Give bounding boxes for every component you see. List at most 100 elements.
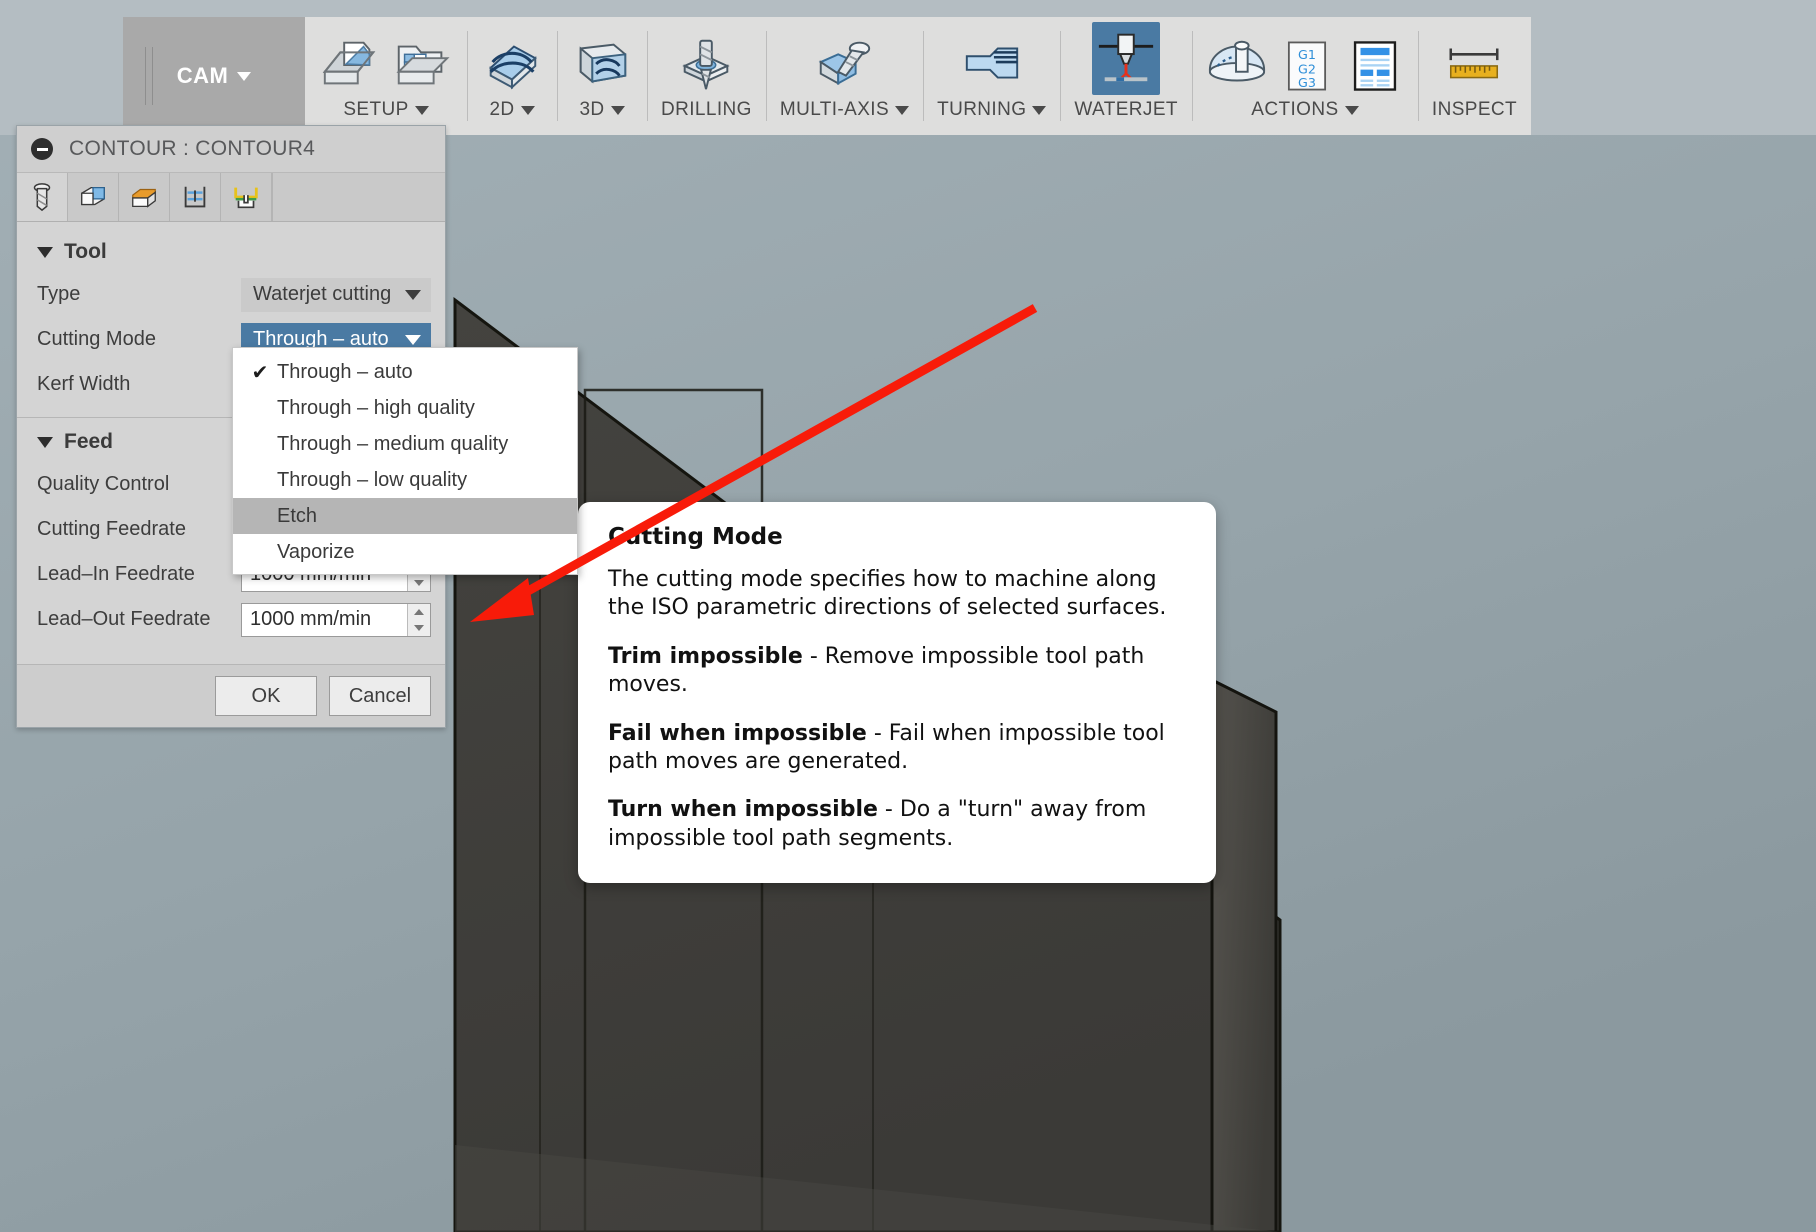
- label-cutting-feedrate: Cutting Feedrate: [37, 518, 186, 540]
- label-lead-in-feedrate: Lead–In Feedrate: [37, 563, 195, 585]
- probe-icon[interactable]: [1206, 33, 1268, 95]
- g-code-icon[interactable]: G1 G2 G3: [1278, 37, 1336, 95]
- menu-item-vaporize[interactable]: Vaporize: [233, 534, 577, 570]
- dialog-title: CONTOUR : CONTOUR4: [69, 137, 316, 160]
- row-type: Type Waterjet cutting: [17, 272, 445, 317]
- dialog-tab-strip: [17, 173, 445, 222]
- milling-2d-icon[interactable]: [481, 33, 543, 95]
- chevron-down-icon[interactable]: [1344, 105, 1359, 115]
- cutting-mode-dropdown-menu[interactable]: ✔ Through – auto Through – high quality …: [232, 347, 578, 575]
- tab-passes[interactable]: [170, 173, 221, 221]
- stepper-down-button[interactable]: [408, 620, 430, 636]
- menu-item-label: Through – high quality: [277, 396, 475, 419]
- menu-item-through-high-quality[interactable]: Through – high quality: [233, 390, 577, 426]
- lead-out-feedrate-input[interactable]: 1000 mm/min: [241, 602, 431, 637]
- tab-strip-filler: [272, 173, 445, 221]
- cam-workspace-label: CAM: [176, 63, 229, 88]
- multi-axis-icon[interactable]: [813, 33, 875, 95]
- menu-item-through-medium-quality[interactable]: Through – medium quality: [233, 426, 577, 462]
- setup-sheet-icon[interactable]: [1346, 37, 1404, 95]
- menu-item-label: Vaporize: [277, 540, 355, 563]
- section-title-feed: Feed: [64, 430, 114, 453]
- label-kerf-width: Kerf Width: [37, 373, 131, 395]
- lead-out-feedrate-value: 1000 mm/min: [250, 608, 372, 630]
- chevron-down-icon[interactable]: [1032, 105, 1047, 115]
- ribbon-panel: SETUP 2D 3D DRILLING MULTI-AXIS TURNING …: [305, 17, 1532, 135]
- passes-icon: [184, 186, 206, 208]
- ribbon-group-turning[interactable]: TURNING: [923, 17, 1060, 135]
- cancel-button[interactable]: Cancel: [329, 676, 431, 716]
- type-value: Waterjet cutting: [253, 283, 392, 305]
- ribbon-group-setup[interactable]: SETUP: [305, 17, 467, 135]
- lead-out-stepper[interactable]: [407, 603, 430, 636]
- label-lead-out-feedrate: Lead–Out Feedrate: [37, 608, 211, 630]
- caret-down-icon: [414, 579, 424, 586]
- tooltip-dash: -: [802, 643, 825, 669]
- tool-bolt-icon: [33, 183, 51, 212]
- ribbon-group-2d[interactable]: 2D: [467, 17, 557, 135]
- tooltip-term: Fail when impossible: [608, 720, 867, 746]
- chevron-down-icon[interactable]: [237, 71, 252, 81]
- cam-workspace-button[interactable]: CAM: [123, 17, 305, 135]
- ribbon-group-drilling[interactable]: DRILLING: [647, 17, 766, 135]
- ribbon-group-label-3d: 3D: [579, 99, 605, 120]
- section-header-tool[interactable]: Tool: [17, 232, 445, 272]
- tooltip-dash: -: [866, 720, 889, 746]
- tooltip-term: Turn when impossible: [608, 797, 878, 823]
- svg-text:G1: G1: [1298, 47, 1316, 62]
- ribbon-group-actions[interactable]: G1 G2 G3 ACTIONS: [1191, 17, 1418, 135]
- chevron-down-icon[interactable]: [610, 105, 625, 115]
- drill-icon[interactable]: [675, 33, 737, 95]
- waterjet-selected-highlight: [1092, 22, 1161, 95]
- svg-text:G3: G3: [1298, 75, 1316, 90]
- tooltip-item-trim-impossible: Trim impossible - Remove impossible tool…: [608, 643, 1186, 700]
- ribbon-group-label-multi-axis: MULTI-AXIS: [779, 99, 890, 120]
- caret-up-icon: [414, 608, 424, 615]
- ribbon-group-label-turning: TURNING: [937, 99, 1027, 120]
- tab-tool[interactable]: [17, 173, 68, 221]
- setup-new-icon[interactable]: [319, 33, 381, 95]
- chevron-down-icon: [405, 289, 421, 300]
- row-lead-out-feedrate: Lead–Out Feedrate 1000 mm/min: [17, 597, 445, 642]
- geometry-cube-icon: [81, 186, 105, 206]
- ribbon-group-label-2d: 2D: [489, 99, 515, 120]
- ribbon-group-label-setup: SETUP: [343, 99, 409, 120]
- check-icon: ✔: [251, 361, 269, 384]
- chevron-down-icon[interactable]: [520, 105, 535, 115]
- menu-item-label: Through – auto: [277, 360, 413, 383]
- setup-folder-icon[interactable]: [391, 33, 453, 95]
- ribbon-group-waterjet[interactable]: WATERJET: [1060, 17, 1191, 135]
- ribbon-group-label-actions: ACTIONS: [1251, 99, 1339, 120]
- tooltip-intro: The cutting mode specifies how to machin…: [608, 567, 1167, 621]
- menu-item-through-low-quality[interactable]: Through – low quality: [233, 462, 577, 498]
- caret-down-icon: [414, 624, 424, 631]
- chevron-down-icon[interactable]: [414, 105, 429, 115]
- section-title-tool: Tool: [64, 240, 107, 263]
- ribbon-group-label-waterjet: WATERJET: [1074, 99, 1178, 120]
- menu-item-through-auto[interactable]: ✔ Through – auto: [233, 354, 577, 390]
- type-dropdown[interactable]: Waterjet cutting: [241, 277, 431, 312]
- ribbon-group-multi-axis[interactable]: MULTI-AXIS: [765, 17, 923, 135]
- help-tooltip: Cutting Mode The cutting mode specifies …: [578, 502, 1216, 883]
- tab-heights[interactable]: [119, 173, 170, 221]
- waterjet-icon[interactable]: [1095, 25, 1157, 87]
- milling-3d-icon[interactable]: [571, 33, 633, 95]
- menu-item-etch[interactable]: Etch: [233, 498, 577, 534]
- tab-geometry[interactable]: [68, 173, 119, 221]
- turning-icon[interactable]: [961, 33, 1023, 95]
- stepper-down-button[interactable]: [408, 575, 430, 591]
- ruler-icon[interactable]: [1443, 33, 1505, 95]
- label-quality-control: Quality Control: [37, 473, 170, 495]
- menu-item-label: Through – low quality: [277, 468, 468, 491]
- minus-circle-icon[interactable]: [31, 138, 53, 160]
- triangle-down-icon: [37, 246, 53, 258]
- ribbon-group-inspect[interactable]: INSPECT: [1417, 17, 1531, 135]
- tooltip-title: Cutting Mode: [608, 524, 783, 550]
- ribbon-group-3d[interactable]: 3D: [557, 17, 647, 135]
- stepper-up-button[interactable]: [408, 604, 430, 620]
- chevron-down-icon[interactable]: [895, 105, 910, 115]
- label-cutting-mode: Cutting Mode: [37, 328, 156, 350]
- tab-linking[interactable]: [221, 173, 272, 221]
- menu-item-label: Etch: [277, 504, 318, 527]
- ok-button[interactable]: OK: [215, 676, 317, 716]
